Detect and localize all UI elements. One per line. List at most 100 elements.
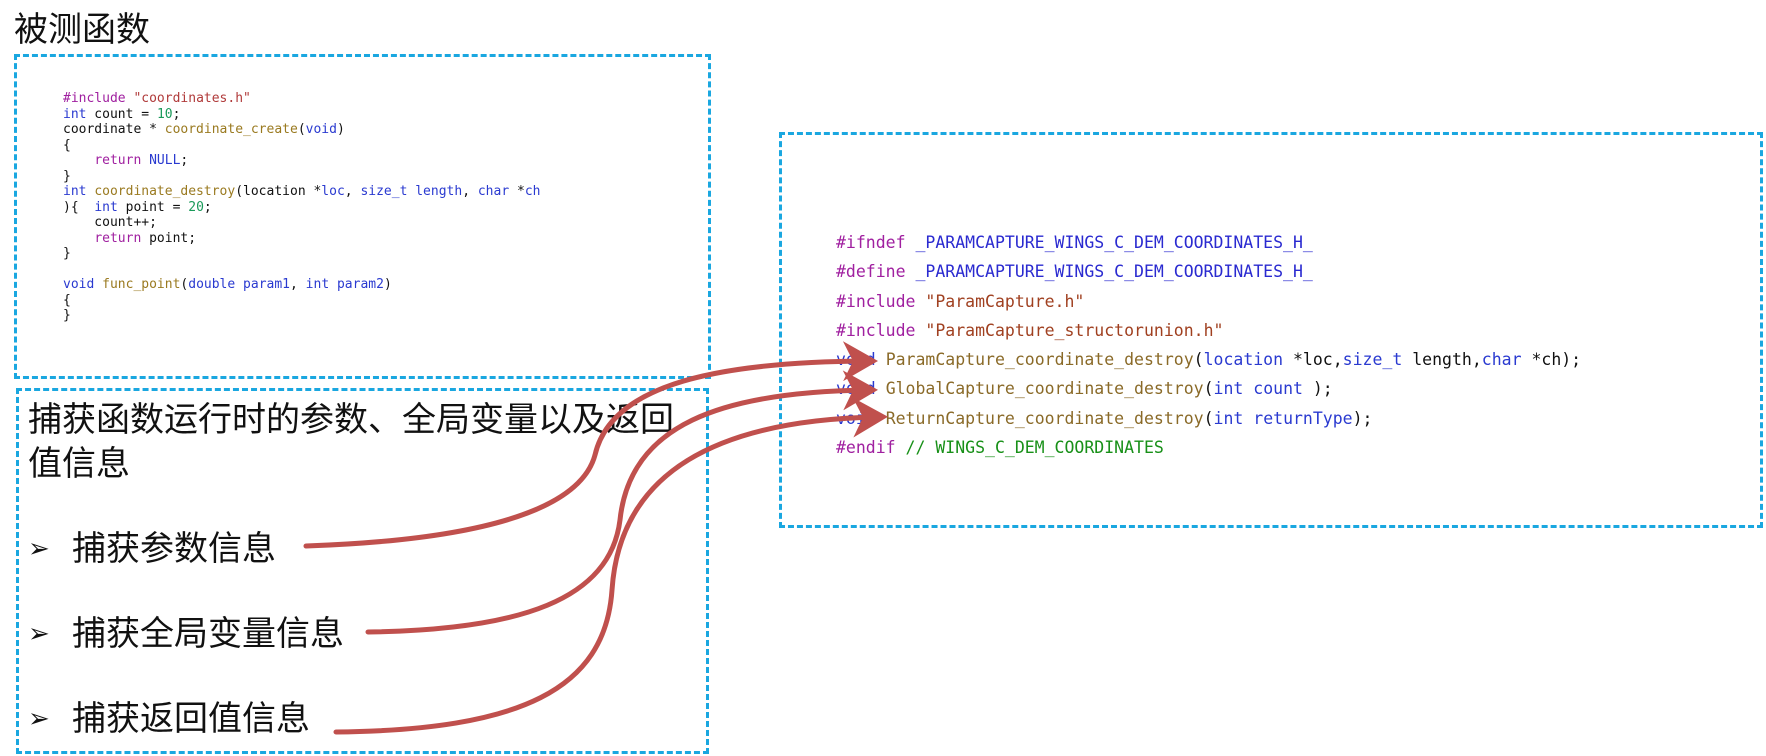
header-code-line: #endif // WINGS_C_DEM_COORDINATES xyxy=(836,433,1581,462)
code-token: ); xyxy=(1302,379,1333,399)
code-token: size_t xyxy=(1342,350,1403,370)
code-token: char xyxy=(477,184,510,199)
code-token: *ch); xyxy=(1521,350,1582,370)
code-token: } xyxy=(63,308,71,323)
code-token: } xyxy=(63,168,71,184)
code-token: { xyxy=(63,292,71,308)
source-code-line: } xyxy=(63,169,540,185)
bullet-label: 捕获返回值信息 xyxy=(72,699,310,739)
bullet-arrow-icon: ➢ xyxy=(28,534,50,564)
code-token: ) xyxy=(383,277,392,292)
code-token: void xyxy=(836,350,876,370)
code-token: coordinate * xyxy=(63,122,165,137)
source-code-block: #include "coordinates.h" int count = 10; c… xyxy=(63,91,540,324)
bullet-label: 捕获全局变量信息 xyxy=(72,614,344,654)
code-token: param2 xyxy=(336,277,384,292)
code-token: #include xyxy=(63,91,134,106)
header-code-line: #include "ParamCapture.h" xyxy=(836,287,1581,316)
code-token: return xyxy=(94,230,142,246)
source-code-line: int coordinate_destroy(location *loc, si… xyxy=(63,184,540,200)
code-token: ; xyxy=(172,106,181,122)
code-token: // WINGS_C_DEM_COORDINATES xyxy=(895,438,1164,458)
bullet-arrow-icon: ➢ xyxy=(28,704,50,734)
code-token: ( xyxy=(297,122,306,137)
source-code-line: ){ int point = 20; xyxy=(63,200,540,216)
code-token: ; xyxy=(203,199,212,215)
code-token: void xyxy=(836,408,876,428)
code-token: count xyxy=(1253,379,1303,399)
bullet-label: 捕获参数信息 xyxy=(72,529,276,569)
code-token: ); xyxy=(1352,408,1373,428)
code-token: _PARAMCAPTURE_WINGS_C_DEM_COORDINATES_H_ xyxy=(905,262,1313,282)
code-token: loc xyxy=(321,184,345,199)
code-token: 10 xyxy=(156,106,173,122)
bullet-capture-return: ➢ 捕获返回值信息 xyxy=(28,695,310,743)
code-token: ReturnCapture_coordinate_destroy xyxy=(885,408,1204,428)
source-code-line: coordinate * coordinate_create(void) xyxy=(63,122,540,138)
code-token: #endif xyxy=(836,438,896,458)
source-code-line xyxy=(63,262,540,278)
source-code-line: int count = 10; xyxy=(63,107,540,123)
code-token: "coordinates.h" xyxy=(133,91,251,106)
header-code-line: void ReturnCapture_coordinate_destroy(in… xyxy=(836,404,1581,433)
code-token: ( xyxy=(1203,408,1214,428)
code-token: length, xyxy=(1402,350,1482,370)
code-token: GlobalCapture_coordinate_destroy xyxy=(885,379,1204,399)
code-token: double xyxy=(188,277,236,292)
source-code-line: { xyxy=(63,138,540,154)
code-token: "ParamCapture_structorunion.h" xyxy=(925,320,1224,340)
code-token: NULL xyxy=(149,153,181,168)
code-token: int xyxy=(94,199,118,215)
code-token: } xyxy=(63,246,71,261)
code-token: void xyxy=(836,379,876,399)
code-token: coordinate_destroy xyxy=(94,184,236,199)
bullet-capture-globals: ➢ 捕获全局变量信息 xyxy=(28,610,344,658)
code-token: #define xyxy=(836,262,906,282)
code-token: func_point xyxy=(102,277,181,292)
header-code-line: #define _PARAMCAPTURE_WINGS_C_DEM_COORDI… xyxy=(836,257,1581,286)
code-token: int xyxy=(63,184,87,199)
source-code-line: count++; xyxy=(63,215,540,231)
code-token: param1 xyxy=(243,277,291,292)
code-token: int xyxy=(305,277,330,292)
bullet-arrow-icon: ➢ xyxy=(28,619,50,649)
source-code-line: void func_point(double param1, int param… xyxy=(63,277,540,293)
code-token: count++; xyxy=(63,215,157,230)
code-token: ( xyxy=(1203,379,1214,399)
header-code-line: void ParamCapture_coordinate_destroy(loc… xyxy=(836,345,1581,374)
source-code-line: { xyxy=(63,293,540,309)
code-token: ParamCapture_coordinate_destroy xyxy=(885,350,1194,370)
code-token: , xyxy=(462,184,478,199)
code-token: point = xyxy=(117,199,189,215)
source-code-line: #include "coordinates.h" xyxy=(63,91,540,107)
bullet-capture-params: ➢ 捕获参数信息 xyxy=(28,525,276,573)
code-token: (location * xyxy=(235,184,322,199)
code-token: void xyxy=(305,122,337,137)
code-token: point; xyxy=(141,230,197,246)
code-token: void xyxy=(63,277,95,292)
code-token: coordinate_create xyxy=(164,122,298,137)
code-token: ){ xyxy=(63,199,95,215)
code-token: int xyxy=(1213,379,1244,399)
code-token: #include xyxy=(836,291,916,311)
code-token: _PARAMCAPTURE_WINGS_C_DEM_COORDINATES_H_ xyxy=(905,233,1313,252)
code-token: 20 xyxy=(188,199,204,215)
code-token: ( xyxy=(1193,350,1204,370)
code-token: int xyxy=(1213,408,1244,428)
code-token: return xyxy=(94,153,142,168)
code-token: size_t xyxy=(360,184,408,199)
source-code-line: } xyxy=(63,308,540,324)
code-token: ch xyxy=(524,184,541,199)
